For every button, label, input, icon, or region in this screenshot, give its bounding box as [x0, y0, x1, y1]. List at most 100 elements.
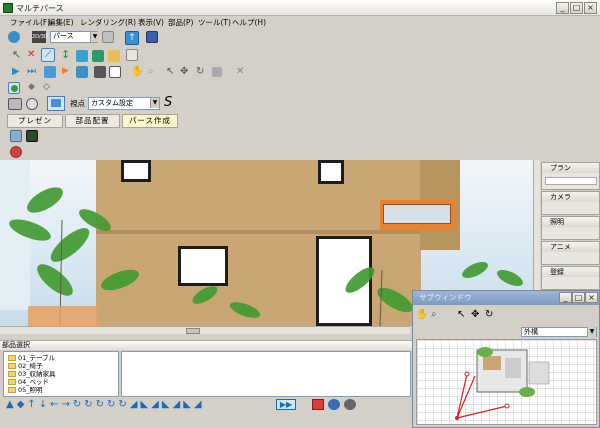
tree-item[interactable]: 01_テーブル [8, 354, 55, 362]
horizontal-scrollbar[interactable] [0, 326, 410, 334]
pointer-icon[interactable]: ↖ [12, 49, 21, 61]
lighting-panel: 照明 [541, 216, 600, 240]
animation-panel: アニメ [541, 241, 600, 265]
close-button[interactable]: × [584, 2, 597, 14]
tree-item[interactable]: 05_照明 [8, 386, 43, 394]
menu-parts[interactable]: 部品(P) [168, 17, 193, 28]
line-tool-icon[interactable]: ⟋ [41, 48, 55, 62]
landscape-icon[interactable] [26, 130, 38, 142]
plan-panel-header[interactable]: プラン [542, 163, 599, 173]
sub-close-button[interactable]: × [585, 292, 598, 303]
eraser-icon[interactable]: ◇ [43, 81, 50, 93]
menu-file[interactable]: ファイル(F) [10, 17, 50, 28]
sub-layer-select[interactable]: 外構 [521, 327, 597, 337]
copy-icon[interactable] [109, 66, 121, 78]
camera-panel-header[interactable]: カメラ [542, 192, 599, 202]
orange-play-icon[interactable]: ▶ [62, 65, 69, 78]
hand-icon[interactable]: ✋ [131, 65, 143, 78]
hand-icon[interactable]: ✋ [416, 308, 428, 321]
select-arrow-icon[interactable]: ↖ [457, 308, 465, 321]
pan-icon[interactable]: ✥ [180, 65, 188, 78]
toolbar-row-4: ◆ ◇ [0, 81, 600, 95]
zoom-icon[interactable]: ⌕ [431, 308, 437, 321]
sub-layer-select-value: 外構 [524, 328, 538, 336]
chevron-down-icon[interactable]: ▼ [150, 98, 159, 108]
lamp-icon[interactable] [108, 50, 120, 62]
title-bar: マルチパース _ □ × [0, 0, 600, 16]
sphere-icon[interactable] [26, 98, 38, 110]
parts-panel-header: 部品選択 [0, 340, 412, 350]
record-play-icon[interactable] [328, 399, 340, 410]
animation-panel-header[interactable]: アニメ [542, 242, 599, 252]
select-arrow-icon[interactable]: ↖ [166, 65, 174, 78]
camera-icon[interactable] [126, 49, 138, 61]
chevron-down-icon[interactable]: ▼ [587, 327, 596, 337]
toolbar-row-2: ↖ ✕ ⟋ ↕ [0, 47, 600, 64]
walk-icon[interactable] [44, 66, 56, 78]
sub-minimize-button[interactable]: _ [559, 292, 572, 303]
orbit-icon[interactable]: ↻ [196, 65, 204, 78]
grid-icon[interactable] [102, 31, 114, 43]
minimize-button[interactable]: _ [556, 2, 569, 14]
zoom-icon[interactable]: ⌕ [148, 65, 154, 78]
cancel-icon[interactable]: ✕ [236, 65, 244, 78]
tree-item[interactable]: 02_椅子 [8, 362, 43, 370]
scroll-thumb[interactable] [186, 328, 200, 334]
navigation-arrows-icon[interactable]: ▲◆↑↓←→↻↻↻↻↻◢◣◢◣◢◣◢ [6, 399, 205, 411]
camera-panel: カメラ [541, 191, 600, 215]
s-button[interactable]: S [164, 95, 172, 111]
palette-icon[interactable] [10, 146, 22, 158]
tab-presentation[interactable]: プレゼン [7, 114, 63, 128]
folder-icon [8, 355, 16, 361]
step-icon[interactable]: ⏭ [27, 65, 36, 78]
view-mode-icon: 2D/3D [32, 31, 48, 43]
parts-thumbnail-area[interactable] [121, 351, 411, 397]
film-icon[interactable] [8, 98, 22, 110]
viewpoint-select-value: カスタム設定 [91, 99, 133, 107]
lighting-panel-header[interactable]: 照明 [542, 217, 599, 227]
play-icon[interactable]: ▶ [12, 65, 20, 78]
pan-icon[interactable]: ✥ [471, 308, 479, 321]
fly-icon[interactable] [76, 66, 88, 78]
chevron-down-icon[interactable]: ▼ [90, 32, 99, 42]
view-select-value: パース [53, 32, 74, 40]
material-icon[interactable]: ◆ [28, 81, 35, 93]
sky-icon[interactable] [10, 130, 22, 142]
maximize-button[interactable]: □ [570, 2, 583, 14]
tab-perspective[interactable]: パース作成 [122, 114, 178, 128]
rotate-icon[interactable] [92, 50, 104, 62]
move-icon[interactable] [76, 50, 88, 62]
toolbar-row-3: ▶ ⏭ ▶ ✋ ⌕ ↖ ✥ ↻ ✕ [0, 65, 600, 80]
tree-item[interactable]: 04_ベッド [8, 378, 49, 386]
tab-parts-placement[interactable]: 部品配置 [65, 114, 120, 128]
folder-icon [8, 363, 16, 369]
register-panel-header[interactable]: 登録 [542, 267, 599, 277]
register-panel: 登録 [541, 266, 600, 290]
stop-icon[interactable] [212, 67, 222, 77]
fast-forward-icon[interactable]: ▶▶ [276, 399, 296, 410]
parts-tree[interactable]: 01_テーブル 02_椅子 03_収納家具 04_ベッド 05_照明 [3, 351, 119, 397]
menu-render[interactable]: レンダリング(R) [80, 17, 136, 28]
menu-view[interactable]: 表示(V) [138, 17, 164, 28]
arrow-up-icon[interactable]: ↑ [125, 31, 139, 45]
menu-edit[interactable]: 編集(E) [48, 17, 74, 28]
menu-bar: ファイル(F) 編集(E) レンダリング(R) 表示(V) 部品(P) ツール(… [0, 16, 600, 28]
save-icon[interactable] [146, 31, 158, 43]
menu-tools[interactable]: ツール(T) [198, 17, 231, 28]
delete-point-icon[interactable]: ✕ [27, 49, 35, 61]
tree-item[interactable]: 03_収納家具 [8, 370, 56, 378]
tree-tool-icon[interactable] [8, 82, 20, 94]
vertical-move-icon[interactable]: ↕ [61, 48, 70, 61]
sub-maximize-button[interactable]: □ [572, 292, 585, 303]
menu-help[interactable]: ヘルプ(H) [232, 17, 266, 28]
record-stop-icon[interactable] [344, 399, 356, 410]
plan-panel: プラン [541, 162, 600, 190]
plan-tools[interactable] [545, 177, 597, 185]
screen-icon[interactable] [47, 96, 65, 111]
floor-plan-view[interactable] [416, 339, 597, 425]
photo-icon[interactable] [94, 66, 106, 78]
record-icon[interactable] [312, 399, 324, 410]
globe-icon[interactable] [8, 31, 20, 43]
orbit-icon[interactable]: ↻ [485, 308, 493, 321]
folder-icon [8, 387, 16, 393]
